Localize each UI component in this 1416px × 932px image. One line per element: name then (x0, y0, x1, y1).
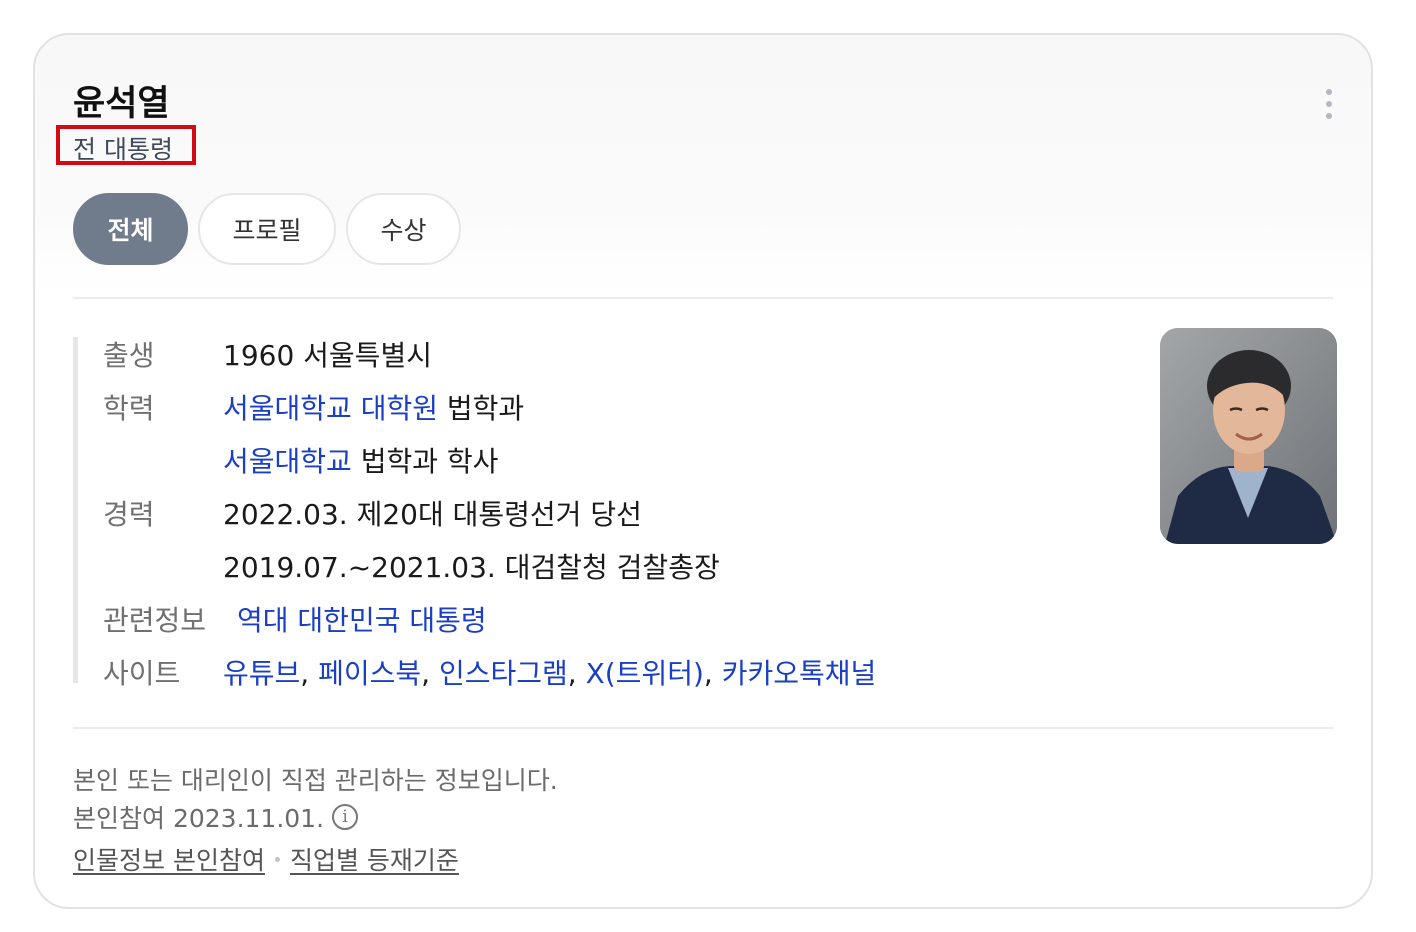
degree-text: 법학과 학사 (360, 444, 499, 478)
listing-criteria-link[interactable]: 직업별 등재기준 (290, 841, 459, 877)
twitter-link[interactable]: X(트위터) (586, 657, 704, 690)
birth-value: 1960 서울특별시 (223, 338, 432, 372)
separator: , (567, 656, 586, 690)
career-label: 경력 (103, 497, 155, 531)
info-circle-icon[interactable]: i (332, 804, 359, 830)
school-link[interactable]: 서울대학교 (223, 392, 352, 425)
career-line1: 2022.03. 제20대 대통령선거 당선 (223, 497, 642, 531)
tab-all[interactable]: 전체 (73, 193, 188, 265)
separator: , (300, 656, 319, 690)
education-line1: 서울대학교 대학원 법학과 (223, 387, 524, 427)
separator: , (421, 656, 439, 690)
birth-row: 출생 1960 서울특별시 (103, 327, 432, 380)
tab-profile[interactable]: 프로필 (198, 193, 336, 265)
person-name: 윤석열 (73, 84, 170, 124)
career-line2: 2019.07.~2021.03. 대검찰청 검찰총장 (223, 550, 720, 584)
education-line2: 서울대학교 법학과 학사 (223, 440, 498, 480)
related-row: 관련정보 역대 대한민국 대통령 (103, 592, 487, 645)
school-link[interactable]: 서울대학교 (223, 445, 352, 478)
birth-label: 출생 (103, 338, 155, 372)
person-card: 윤석열 전 대통령 전체 프로필 수상 출생 1960 서울특별시 학력 서울대… (33, 33, 1373, 909)
related-label: 관련정보 (103, 603, 207, 637)
participation-row: 본인참여 2023.11.01. i (73, 799, 359, 835)
self-participation-link[interactable]: 인물정보 본인참여 (73, 841, 265, 877)
tab-bar: 전체 프로필 수상 (73, 193, 461, 265)
sites-row: 사이트 유튜브, 페이스북, 인스타그램, X(트위터), 카카오톡채널 (103, 645, 876, 698)
profile-photo[interactable] (1160, 328, 1337, 544)
highlight-box (56, 125, 196, 165)
youtube-link[interactable]: 유튜브 (223, 657, 300, 690)
footer-links: 인물정보 본인참여 직업별 등재기준 (73, 841, 459, 877)
tab-awards[interactable]: 수상 (346, 193, 461, 265)
career-row: 경력 2022.03. 제20대 대통령선거 당선 (103, 486, 642, 539)
separator-dot (274, 856, 280, 862)
education-label: 학력 (103, 391, 155, 425)
presidents-link[interactable]: 역대 대한민국 대통령 (237, 604, 487, 637)
managed-notice: 본인 또는 대리인이 직접 관리하는 정보입니다. (73, 766, 558, 795)
major-text: 법학과 (446, 391, 525, 425)
grad-school-link[interactable]: 대학원 (361, 392, 438, 425)
related-value: 역대 대한민국 대통령 (237, 599, 487, 639)
instagram-link[interactable]: 인스타그램 (439, 657, 568, 690)
facebook-link[interactable]: 페이스북 (318, 657, 421, 690)
divider (73, 727, 1333, 729)
kakaotalk-channel-link[interactable]: 카카오톡채널 (722, 657, 877, 690)
divider (73, 297, 1333, 299)
separator: , (703, 656, 722, 690)
sites-label: 사이트 (103, 656, 181, 690)
participation-date: 본인참여 2023.11.01. (73, 804, 325, 833)
education-row: 학력 서울대학교 대학원 법학과 (103, 380, 524, 433)
sites-value: 유튜브, 페이스북, 인스타그램, X(트위터), 카카오톡채널 (223, 652, 876, 692)
more-options-icon[interactable] (1323, 89, 1335, 119)
